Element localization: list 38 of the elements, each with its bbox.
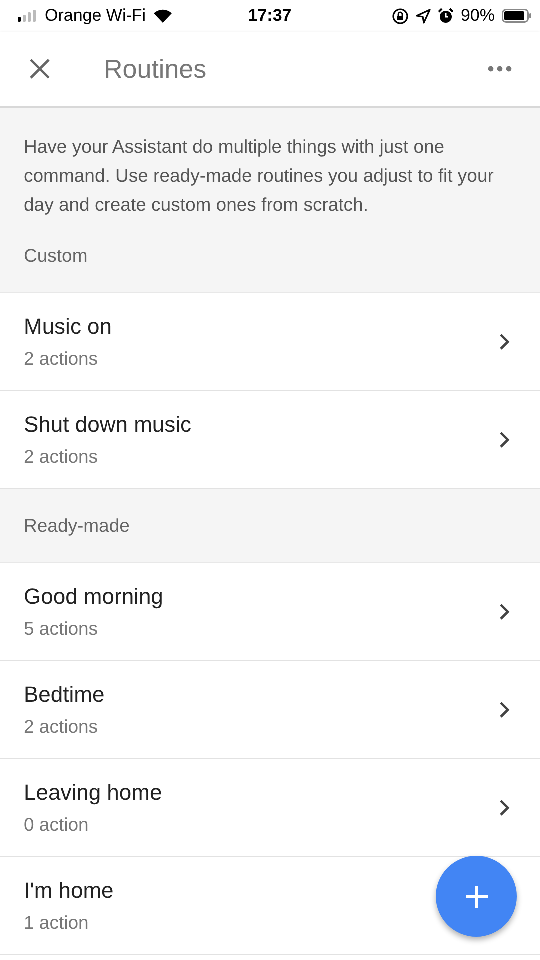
chevron-right-icon [499, 798, 510, 816]
routine-item[interactable]: Good morning 5 actions [0, 563, 540, 661]
routine-item[interactable]: Bedtime 2 actions [0, 661, 540, 759]
rotation-lock-icon [392, 8, 409, 24]
plus-icon [466, 886, 488, 908]
routine-name: Good morning [24, 584, 164, 610]
chevron-right-icon [499, 430, 510, 448]
section-header: Custom [0, 219, 540, 293]
clock-time: 17:37 [248, 6, 292, 26]
routine-name: Shut down music [24, 412, 192, 438]
chevron-right-icon [499, 332, 510, 350]
routine-item[interactable]: Leaving home 0 action [0, 759, 540, 857]
carrier-name: Orange Wi-Fi [45, 6, 146, 26]
chevron-right-icon [499, 700, 510, 718]
wifi-icon [153, 8, 174, 24]
alarm-clock-icon [438, 8, 454, 24]
routine-name: Music on [24, 314, 112, 340]
location-arrow-icon [416, 8, 431, 24]
routine-name: I'm home [24, 878, 114, 904]
battery-percent: 90% [460, 6, 495, 26]
close-icon [29, 58, 51, 80]
routine-name: Leaving home [24, 780, 162, 806]
action-count: 2 actions [24, 446, 100, 468]
signal-icon [18, 10, 38, 22]
chevron-right-icon [499, 602, 510, 620]
action-count: 0 action [24, 814, 90, 836]
routine-name: Bedtime [24, 682, 105, 708]
action-count: 2 actions [24, 348, 100, 370]
page-title: Routines [104, 54, 208, 84]
battery-icon [502, 9, 532, 23]
action-count: 1 action [24, 912, 90, 934]
add-button[interactable] [436, 856, 517, 937]
action-count: 5 actions [24, 618, 100, 640]
more-icon [488, 66, 512, 72]
routine-item[interactable]: Music on 2 actions [0, 293, 540, 391]
section-header: Ready-made [0, 489, 540, 563]
intro-text: Have your Assistant do multiple things with just one command. Use ready-made routines you adjust to fit your day and create custom ones from scratch. [24, 135, 495, 217]
action-count: 2 actions [24, 716, 100, 738]
